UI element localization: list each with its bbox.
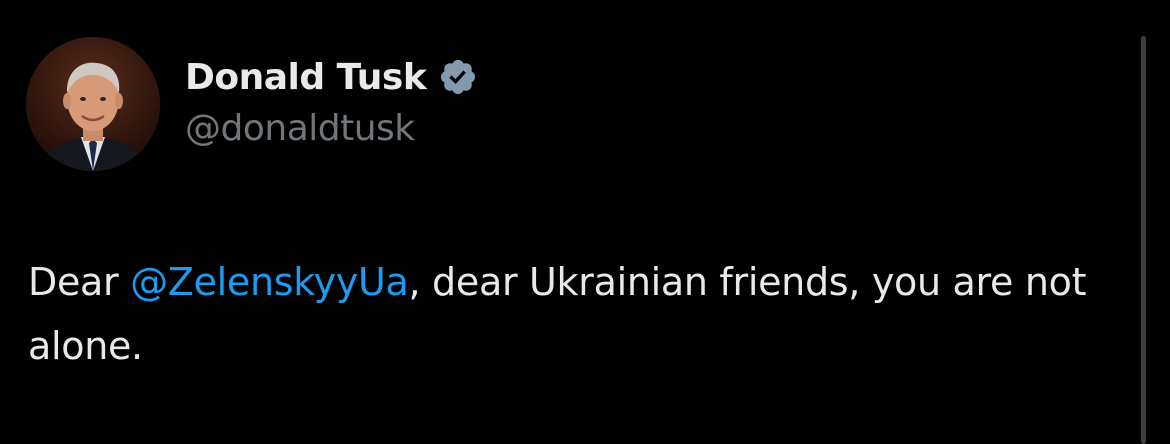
- author-handle[interactable]: @donaldtusk: [185, 108, 415, 149]
- author-name-row: Donald Tusk: [185, 52, 478, 102]
- tweet-text: Dear @ZelenskyyUa, dear Ukrainian friend…: [28, 250, 1138, 378]
- author-avatar[interactable]: [26, 37, 160, 171]
- tweet-card: Donald Tusk @donaldtusk Dear @ZelenskyyU…: [0, 0, 1170, 444]
- author-display-name[interactable]: Donald Tusk: [185, 57, 427, 98]
- avatar-photo: [26, 37, 160, 171]
- tweet-text-before: Dear: [28, 260, 131, 304]
- scrollbar[interactable]: [1141, 36, 1146, 444]
- mention-link[interactable]: @ZelenskyyUa: [130, 260, 409, 304]
- verified-badge-icon[interactable]: [438, 57, 478, 97]
